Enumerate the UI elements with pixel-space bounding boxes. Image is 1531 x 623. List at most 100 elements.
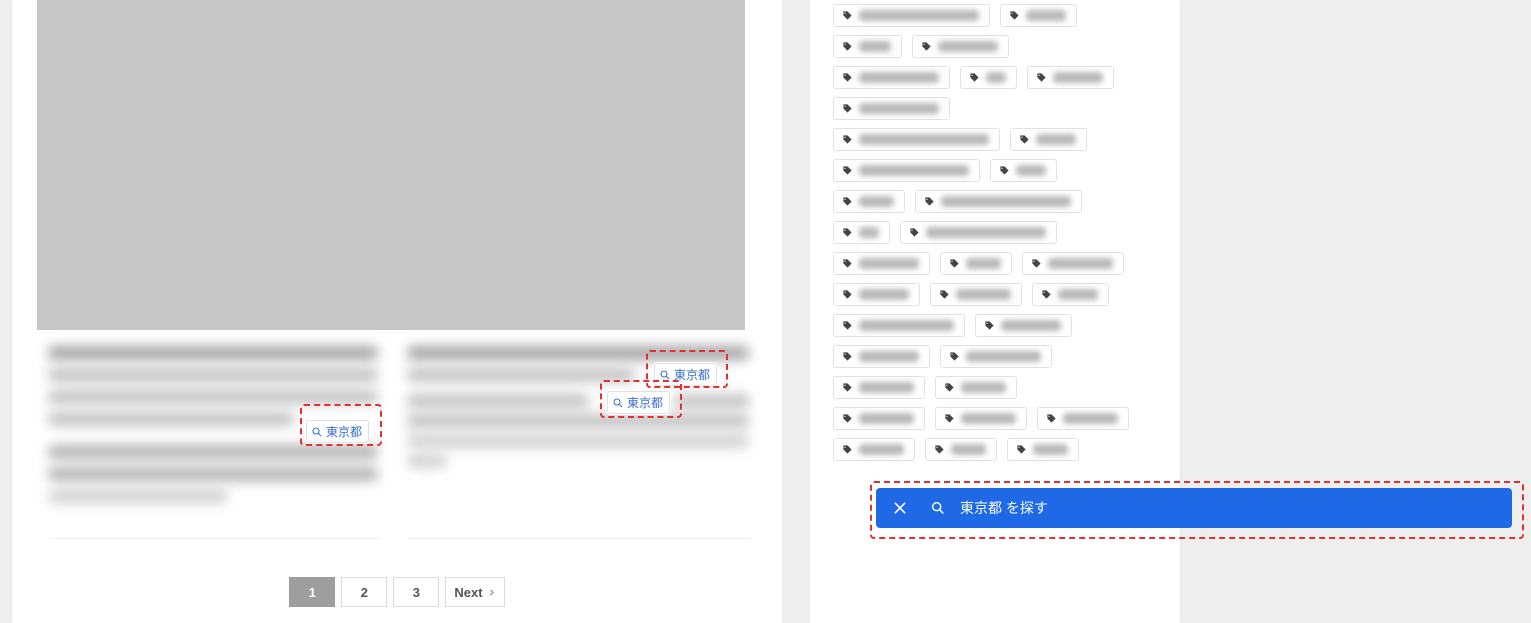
- tag-icon: [1036, 72, 1047, 83]
- tag-icon: [842, 289, 853, 300]
- tag-icon: [944, 382, 955, 393]
- tag-label-blur: [859, 196, 894, 207]
- tag-item[interactable]: [935, 376, 1017, 399]
- tokyo-search-chip[interactable]: 東京都: [306, 420, 369, 443]
- pagination-label: 2: [361, 585, 368, 600]
- tag-item[interactable]: [940, 252, 1012, 275]
- tag-item[interactable]: [1022, 252, 1124, 275]
- tag-item[interactable]: [833, 190, 905, 213]
- tag-label-blur: [859, 134, 989, 145]
- tag-label-blur: [859, 258, 919, 269]
- tokyo-chip-label: 東京都: [627, 394, 663, 411]
- tag-icon: [842, 382, 853, 393]
- floating-search-bar[interactable]: 東京都 を探す: [876, 488, 1512, 528]
- article-text-line: [48, 412, 294, 426]
- tag-label-blur: [941, 196, 1071, 207]
- tag-icon: [1019, 134, 1030, 145]
- tag-item[interactable]: [912, 35, 1009, 58]
- tag-item[interactable]: [833, 128, 1000, 151]
- page-stage: 東京都 東京都 東京都 1 2 3 Next: [0, 0, 1531, 623]
- tag-icon: [1009, 10, 1020, 21]
- article-text-line: [407, 346, 749, 360]
- tag-item[interactable]: [833, 221, 890, 244]
- tag-label-blur: [859, 444, 904, 455]
- tag-item[interactable]: [1000, 4, 1077, 27]
- tag-item[interactable]: [975, 314, 1072, 337]
- tag-item[interactable]: [900, 221, 1057, 244]
- close-icon[interactable]: [892, 500, 908, 516]
- tag-icon: [842, 413, 853, 424]
- pagination-page-3[interactable]: 3: [393, 577, 439, 607]
- tokyo-search-chip[interactable]: 東京都: [654, 363, 717, 386]
- main-column: 東京都 東京都 東京都 1 2 3 Next: [12, 0, 782, 623]
- article-text-line: [407, 414, 749, 428]
- tag-icon: [924, 196, 935, 207]
- tag-label-blur: [1036, 134, 1076, 145]
- tag-item[interactable]: [833, 252, 930, 275]
- tag-item[interactable]: [915, 190, 1082, 213]
- tag-item[interactable]: [1007, 438, 1079, 461]
- tag-icon: [999, 165, 1010, 176]
- tokyo-chip-label: 東京都: [326, 423, 362, 440]
- tag-label-blur: [1058, 289, 1098, 300]
- tag-item[interactable]: [833, 314, 965, 337]
- tag-item[interactable]: [833, 345, 930, 368]
- tag-cloud: [828, 0, 1162, 623]
- tag-label-blur: [1048, 258, 1113, 269]
- divider: [50, 538, 380, 539]
- article-text-line: [48, 346, 378, 360]
- tag-item[interactable]: [833, 283, 920, 306]
- tag-item[interactable]: [925, 438, 997, 461]
- tag-icon: [909, 227, 920, 238]
- tag-item[interactable]: [960, 66, 1017, 89]
- tag-item[interactable]: [833, 4, 990, 27]
- tokyo-chip-label: 東京都: [674, 366, 710, 383]
- tag-label-blur: [951, 444, 986, 455]
- pagination-page-1[interactable]: 1: [289, 577, 335, 607]
- tag-icon: [842, 444, 853, 455]
- pagination: 1 2 3 Next: [12, 577, 782, 607]
- tag-item[interactable]: [1027, 66, 1114, 89]
- pagination-label: 1: [309, 585, 316, 600]
- tag-item[interactable]: [935, 407, 1027, 430]
- tag-item[interactable]: [930, 283, 1022, 306]
- tag-icon: [842, 10, 853, 21]
- tag-item[interactable]: [833, 66, 950, 89]
- tag-item[interactable]: [833, 35, 902, 58]
- pagination-next[interactable]: Next: [445, 577, 504, 607]
- tag-item[interactable]: [833, 159, 980, 182]
- tag-icon: [1046, 413, 1057, 424]
- tag-label-blur: [859, 289, 909, 300]
- chevron-right-icon: [487, 588, 496, 597]
- tag-label-blur: [859, 103, 939, 114]
- tag-icon: [921, 41, 932, 52]
- tag-item[interactable]: [1032, 283, 1109, 306]
- tag-label-blur: [1033, 444, 1068, 455]
- article-text-line: [48, 368, 378, 382]
- tag-icon: [842, 41, 853, 52]
- tag-label-blur: [1016, 165, 1046, 176]
- tag-item[interactable]: [990, 159, 1057, 182]
- tag-icon: [949, 351, 960, 362]
- tag-item[interactable]: [833, 438, 915, 461]
- tag-item[interactable]: [833, 407, 925, 430]
- article-text-line: [407, 434, 749, 448]
- article-text-line: [48, 445, 378, 459]
- tag-label-blur: [859, 382, 914, 393]
- article-hero-image: [37, 0, 745, 330]
- tag-icon: [949, 258, 960, 269]
- tag-item[interactable]: [940, 345, 1052, 368]
- pagination-label: 3: [413, 585, 420, 600]
- tag-icon: [984, 320, 995, 331]
- tag-icon: [1031, 258, 1042, 269]
- tag-item[interactable]: [1010, 128, 1087, 151]
- article-text-line: [48, 467, 378, 481]
- tag-item[interactable]: [833, 97, 950, 120]
- tag-item[interactable]: [1037, 407, 1129, 430]
- tag-icon: [944, 413, 955, 424]
- tokyo-search-chip[interactable]: 東京都: [607, 391, 670, 414]
- tag-item[interactable]: [833, 376, 925, 399]
- pagination-page-2[interactable]: 2: [341, 577, 387, 607]
- tag-label-blur: [859, 10, 979, 21]
- tag-icon: [842, 351, 853, 362]
